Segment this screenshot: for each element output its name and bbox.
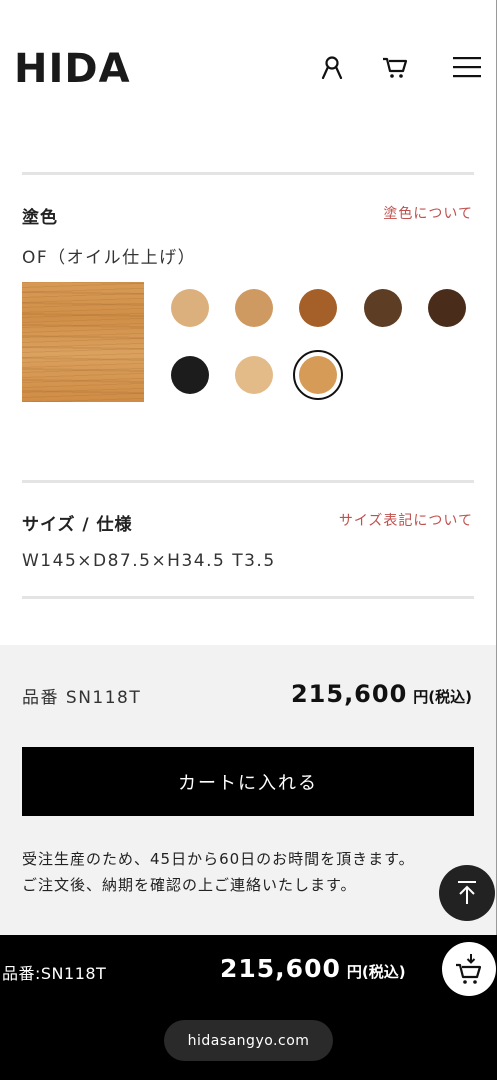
sticky-price: 215,600 円(税込) (220, 954, 406, 983)
section-divider (22, 172, 474, 175)
finish-swatch[interactable] (171, 289, 209, 327)
finish-title: 塗色 (22, 208, 58, 228)
sticky-price-amount: 215,600 (220, 954, 341, 983)
selected-finish-label: OF（オイル仕上げ） (22, 248, 197, 268)
notice-line: 受注生産のため、45日から60日のお時間を頂きます。 (22, 850, 415, 868)
arrow-up-icon (458, 881, 476, 904)
browser-url-bar[interactable]: hidasangyo.com (164, 1020, 333, 1061)
finish-swatch-fill (299, 356, 337, 394)
finish-swatch[interactable] (428, 289, 466, 327)
brand-logo[interactable]: HIDA (14, 46, 131, 92)
finish-swatch[interactable] (235, 289, 273, 327)
scroll-to-top-button[interactable] (439, 865, 495, 921)
menu-icon[interactable] (452, 52, 482, 82)
sticky-add-to-cart-button[interactable] (442, 942, 496, 996)
cart-icon[interactable] (380, 52, 410, 82)
notice-line: ご注文後、納期を確認の上ご連絡いたします。 (22, 876, 357, 894)
wood-sample-image (22, 282, 144, 402)
size-spec: W145×D87.5×H34.5 T3.5 (22, 551, 276, 571)
finish-info-link[interactable]: 塗色について (383, 203, 473, 223)
finish-swatch[interactable] (364, 289, 402, 327)
size-info-link[interactable]: サイズ表記について (339, 510, 473, 530)
size-title: サイズ / 仕様 (22, 515, 133, 535)
finish-swatch[interactable] (235, 356, 273, 394)
sticky-price-unit: 円(税込) (346, 963, 406, 981)
section-divider (22, 480, 474, 483)
finish-swatch[interactable] (171, 356, 209, 394)
product-code: 品番 SN118T (22, 688, 142, 708)
price-amount: 215,600 (290, 680, 408, 708)
add-to-cart-button[interactable]: カートに入れる (22, 747, 474, 816)
price-unit: 円(税込) (413, 688, 472, 706)
delivery-notice: 受注生産のため、45日から60日のお時間を頂きます。 ご注文後、納期を確認の上ご… (22, 846, 462, 898)
finish-swatch-selected[interactable] (293, 350, 343, 400)
sticky-product-code: 品番:SN118T (2, 964, 107, 983)
add-to-cart-icon (456, 954, 482, 984)
price: 215,600 円(税込) (291, 680, 472, 708)
user-icon[interactable] (317, 52, 347, 82)
finish-swatch[interactable] (299, 289, 337, 327)
section-divider (22, 596, 474, 599)
